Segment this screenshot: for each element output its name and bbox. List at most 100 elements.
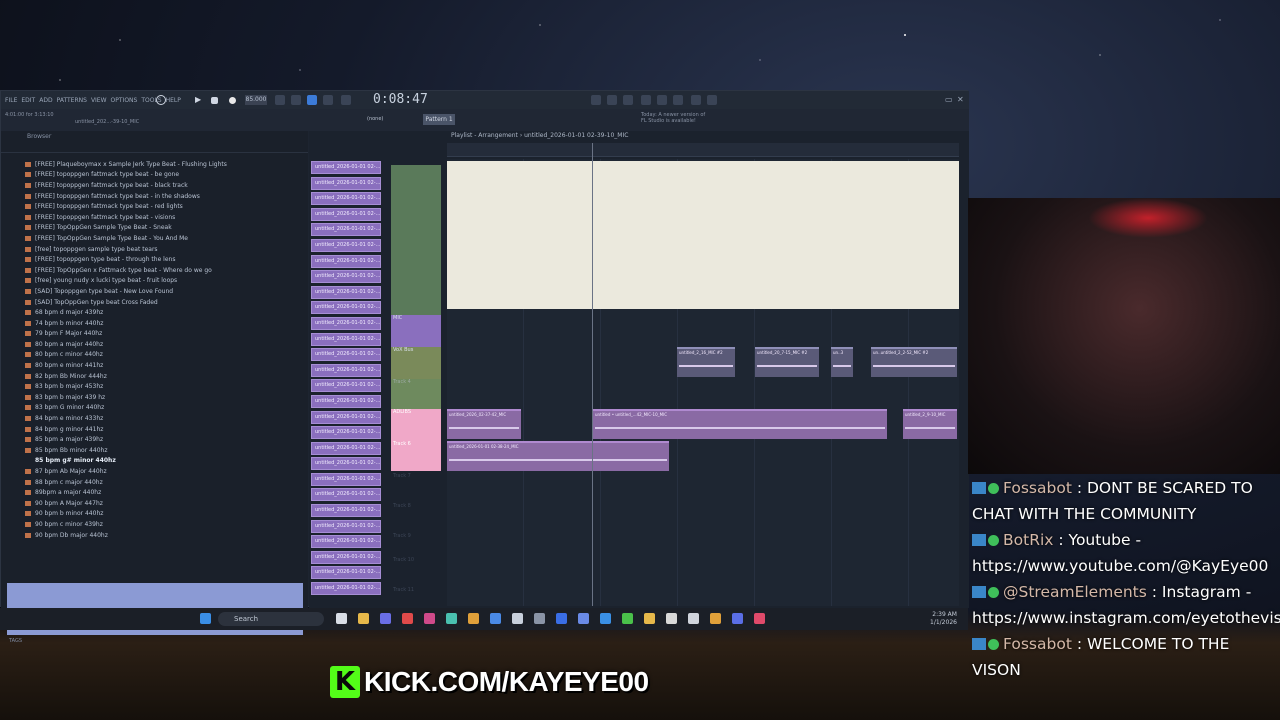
clip-source-button[interactable]: untitled_2026-01-01 02-...: [311, 254, 381, 268]
browser-item[interactable]: [FREE] Plaqueboymax x Sample Jerk Type B…: [25, 159, 305, 170]
clip-source-button[interactable]: untitled_2026-01-01 02-...: [311, 270, 381, 284]
audio-clip[interactable]: untitled_2_16_MIC #2: [677, 347, 735, 377]
tiktok-icon[interactable]: [666, 613, 677, 624]
clip-source-button[interactable]: untitled_2026-01-01 02-...: [311, 207, 381, 221]
clip-source-button[interactable]: untitled_2026-01-01 02-...: [311, 504, 381, 518]
audio-clip[interactable]: untitled_2_9-10_MIC: [903, 409, 957, 439]
app-icon[interactable]: [534, 613, 545, 624]
browser-item[interactable]: 80 bpm e minor 441hz: [25, 360, 305, 371]
wait-icon[interactable]: [291, 95, 301, 105]
browser-item[interactable]: 90 bpm Db major 440hz: [25, 530, 305, 541]
fl-studio-icon[interactable]: [710, 613, 721, 624]
clip-source-button[interactable]: untitled_2026-01-01 02-...: [311, 161, 381, 174]
taskbar-clock[interactable]: 2:39 AM 1/1/2026: [930, 611, 957, 627]
app-icon[interactable]: [644, 613, 655, 624]
browser-item[interactable]: 90 bpm c minor 439hz: [25, 519, 305, 530]
track-header-6[interactable]: Track 6: [391, 441, 441, 471]
browser-item[interactable]: [FREE] topoppgen fattmack type beat - be…: [25, 170, 305, 181]
mic-audio-clip[interactable]: [447, 161, 959, 309]
timeline-ruler[interactable]: [447, 143, 959, 157]
audio-clip[interactable]: untitled_20_7-15_MIC #2: [755, 347, 819, 377]
browser-item[interactable]: 88 bpm c major 440hz: [25, 477, 305, 488]
browser-item[interactable]: 90 bpm A Major 447hz: [25, 498, 305, 509]
browser-item[interactable]: 80 bpm c minor 440hz: [25, 350, 305, 361]
clip-source-button[interactable]: untitled_2026-01-01 02-...: [311, 192, 381, 206]
clip-source-button[interactable]: untitled_2026-01-01 02-...: [311, 332, 381, 346]
zoom-icon[interactable]: [732, 613, 743, 624]
audio-clip[interactable]: untitled • untitled_...42_MIC-10_MIC: [593, 409, 887, 439]
browser-item[interactable]: [SAD] TopOppGen type beat Cross Faded: [25, 297, 305, 308]
audio-clip[interactable]: untitled_2026-01-01 02-38-24_MIC: [447, 441, 669, 471]
menu-edit[interactable]: EDIT: [21, 97, 35, 104]
browser-item[interactable]: [FREE] topoppgen fattmack type beat - in…: [25, 191, 305, 202]
track-header-mic[interactable]: MIC: [391, 315, 441, 347]
play-button[interactable]: ▶: [195, 95, 205, 105]
browser-item[interactable]: 85 bpm g# minor 440hz: [25, 456, 305, 467]
playhead-marker[interactable]: [592, 143, 593, 606]
edge-icon[interactable]: [446, 613, 457, 624]
browser-item[interactable]: 74 bpm b minor 440hz: [25, 318, 305, 329]
audio-clip[interactable]: un..3: [831, 347, 853, 377]
loop-record-icon[interactable]: [341, 95, 351, 105]
app-icon[interactable]: [490, 613, 501, 624]
browser-item[interactable]: [FREE] TopOppGen Sample Type Beat - Snea…: [25, 223, 305, 234]
clip-source-button[interactable]: untitled_2026-01-01 02-...: [311, 394, 381, 408]
browser-item[interactable]: [FREE] TopOppGen x Fattmack type beat - …: [25, 265, 305, 276]
track-header-1[interactable]: [391, 165, 441, 315]
audio-clip[interactable]: un..untitled_2_2-52_MIC #2: [871, 347, 957, 377]
folder-icon[interactable]: [358, 613, 369, 624]
app-icon[interactable]: [424, 613, 435, 624]
browser-item[interactable]: 82 bpm Bb Minor 444hz: [25, 371, 305, 382]
clip-source-button[interactable]: untitled_2026-01-01 02-...: [311, 519, 381, 533]
browser-item[interactable]: 85 bpm Bb minor 440hz: [25, 445, 305, 456]
browser-item[interactable]: 83 bpm b major 453hz: [25, 381, 305, 392]
track-header-10[interactable]: Track 10: [391, 557, 441, 577]
browser-item[interactable]: 89bpm a major 440hz: [25, 487, 305, 498]
countdown-icon[interactable]: [307, 95, 317, 105]
piano-roll-icon[interactable]: [673, 95, 683, 105]
clip-source-button[interactable]: untitled_2026-01-01 02-...: [311, 566, 381, 580]
browser-item[interactable]: [FREE] topoppgen type beat - through the…: [25, 254, 305, 265]
browser-item[interactable]: 84 bpm e minor 433hz: [25, 413, 305, 424]
clip-source-button[interactable]: untitled_2026-01-01 02-...: [311, 379, 381, 393]
track-header-adlibs[interactable]: ADLIBS: [391, 409, 441, 441]
menu-add[interactable]: ADD: [39, 97, 52, 104]
app-icon[interactable]: [688, 613, 699, 624]
clip-source-button[interactable]: untitled_2026-01-01 02-...: [311, 488, 381, 502]
browser-item[interactable]: [FREE] topoppgen fattmack type beat - re…: [25, 201, 305, 212]
browser-item[interactable]: [free] topoppgen sample type beat tears: [25, 244, 305, 255]
clip-source-button[interactable]: untitled_2026-01-01 02-...: [311, 441, 381, 455]
tiktok-studio-icon[interactable]: [754, 613, 765, 624]
browser-item[interactable]: [FREE] topoppgen fattmack type beat - vi…: [25, 212, 305, 223]
channel-rack-icon[interactable]: [691, 95, 701, 105]
browser-item[interactable]: 83 bpm G minor 440hz: [25, 403, 305, 414]
track-header-7[interactable]: Track 7: [391, 473, 441, 493]
clip-source-button[interactable]: untitled_2026-01-01 02-...: [311, 457, 381, 471]
chat-username[interactable]: BotRix: [1003, 531, 1053, 549]
chat-username[interactable]: Fossabot: [1003, 479, 1072, 497]
word-icon[interactable]: [556, 613, 567, 624]
chat-username[interactable]: @StreamElements: [1003, 583, 1147, 601]
app-icon[interactable]: [578, 613, 589, 624]
menu-options[interactable]: OPTIONS: [111, 97, 138, 104]
browser-item[interactable]: 84 bpm g minor 441hz: [25, 424, 305, 435]
close-icon[interactable]: ✕: [957, 95, 964, 104]
help-icon[interactable]: [641, 95, 651, 105]
tempo-display[interactable]: 85.000: [245, 95, 267, 105]
menu-patterns[interactable]: PATTERNS: [57, 97, 87, 104]
clip-source-button[interactable]: untitled_2026-01-01 02-...: [311, 348, 381, 362]
track-header-9[interactable]: Track 9: [391, 533, 441, 553]
clip-source-button[interactable]: untitled_2026-01-01 02-...: [311, 550, 381, 564]
file-icon[interactable]: [336, 613, 347, 624]
windows-start-icon[interactable]: [200, 613, 211, 624]
mixer-icon[interactable]: [657, 95, 667, 105]
clip-source-button[interactable]: untitled_2026-01-01 02-...: [311, 426, 381, 440]
track-header-8[interactable]: Track 8: [391, 503, 441, 523]
browser-item[interactable]: [SAD] Topoppgen type beat - New Love Fou…: [25, 286, 305, 297]
chat-username[interactable]: Fossabot: [1003, 635, 1072, 653]
blend-icon[interactable]: [323, 95, 333, 105]
stop-button[interactable]: [211, 97, 218, 104]
clip-source-button[interactable]: untitled_2026-01-01 02-...: [311, 472, 381, 486]
clip-source-button[interactable]: untitled_2026-01-01 02-...: [311, 535, 381, 549]
menu-view[interactable]: VIEW: [91, 97, 107, 104]
